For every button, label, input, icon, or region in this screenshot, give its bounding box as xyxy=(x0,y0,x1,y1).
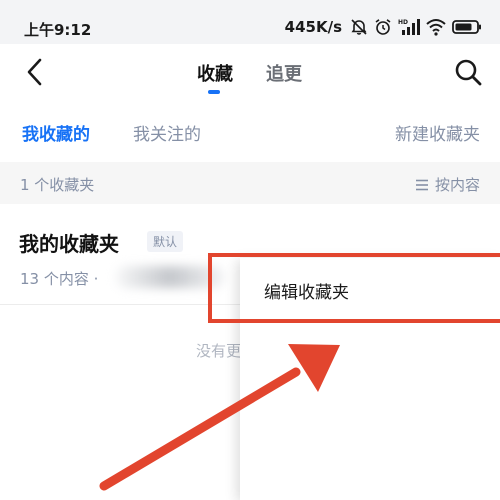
tab-follow-updates[interactable]: 追更 xyxy=(266,60,302,86)
collection-meta: 13 个内容 · xyxy=(20,270,99,288)
info-bar: 1 个收藏夹 按内容 xyxy=(0,162,500,204)
sort-button[interactable]: 按内容 xyxy=(415,174,480,195)
signal-icon: HD xyxy=(398,19,420,35)
alarm-icon xyxy=(375,19,391,35)
subtab-followed[interactable]: 我关注的 xyxy=(133,120,201,145)
search-button[interactable] xyxy=(452,56,484,88)
tab-indicator xyxy=(208,90,220,94)
new-folder-button[interactable]: 新建收藏夹 xyxy=(395,120,480,145)
screen: 上午9:12 445K/s HD 收藏 追更 我收藏的 我关注的 新建收藏夹 1… xyxy=(0,0,500,500)
back-arrow-icon xyxy=(27,58,42,86)
network-speed: 445K/s xyxy=(284,18,342,36)
sort-label: 按内容 xyxy=(434,176,480,194)
search-icon xyxy=(455,59,482,86)
mute-bell-icon xyxy=(351,19,367,35)
back-button[interactable] xyxy=(18,54,54,90)
popup-menu: 编辑收藏夹 xyxy=(240,258,500,500)
list-sort-icon xyxy=(415,179,428,190)
tab-favorites[interactable]: 收藏 xyxy=(197,60,233,86)
subtab-my-favorites[interactable]: 我收藏的 xyxy=(22,120,90,145)
wifi-icon xyxy=(426,19,446,36)
menu-item-edit-folder[interactable]: 编辑收藏夹 xyxy=(264,278,349,303)
folder-count: 1 个收藏夹 xyxy=(20,176,95,194)
status-bar: 上午9:12 445K/s HD xyxy=(0,0,500,44)
blurred-content xyxy=(115,266,225,288)
status-time: 上午9:12 xyxy=(24,21,92,39)
nav-bar: 收藏 追更 xyxy=(0,44,500,100)
sub-tabs: 我收藏的 我关注的 新建收藏夹 xyxy=(0,100,500,160)
status-icons: 445K/s HD xyxy=(285,18,482,36)
svg-text:HD: HD xyxy=(398,19,408,26)
default-badge: 默认 xyxy=(147,231,184,252)
battery-icon xyxy=(452,20,481,34)
collection-title: 我的收藏夹 xyxy=(19,232,119,256)
